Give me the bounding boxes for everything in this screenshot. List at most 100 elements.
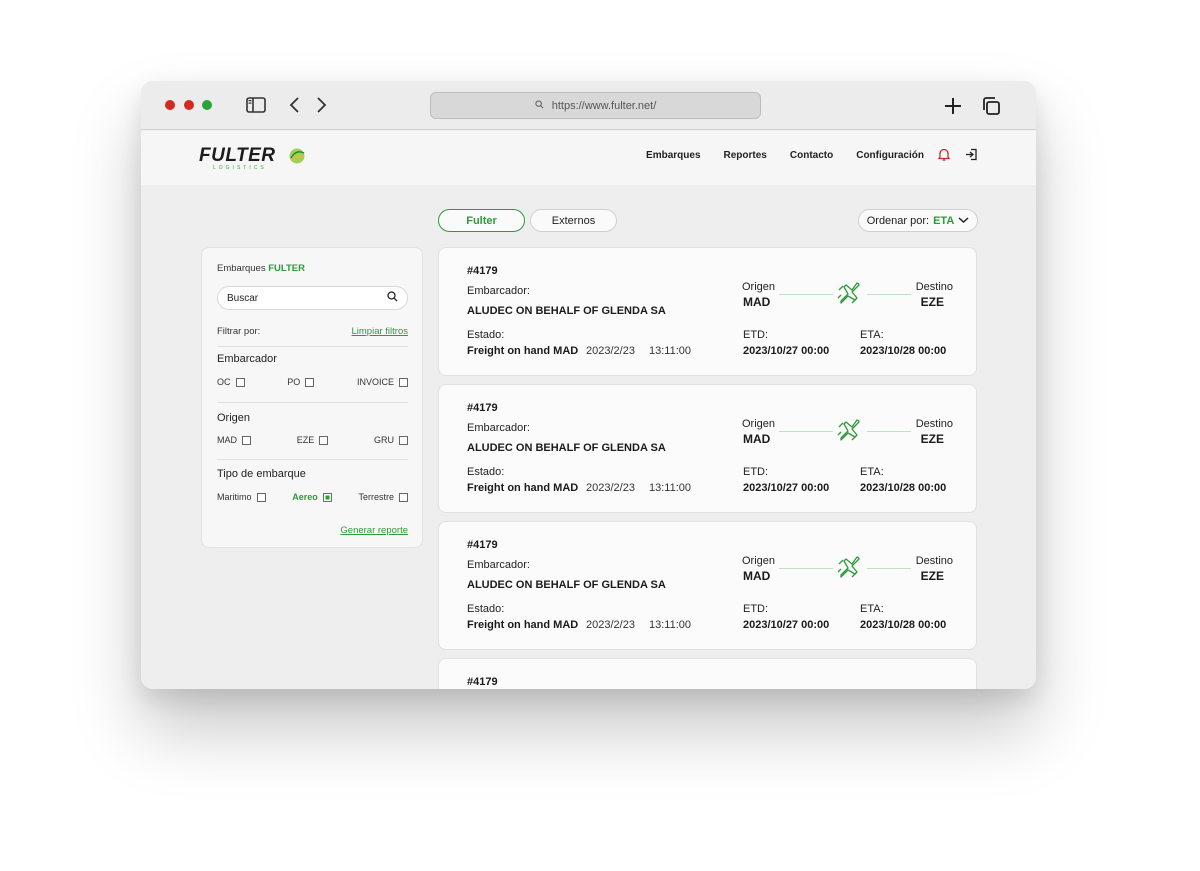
shipment-id: #4179 <box>467 265 498 277</box>
status-date: 2023/2/23 <box>586 482 635 494</box>
destination-label: Destino <box>915 555 953 567</box>
checkbox-box-checked[interactable] <box>322 492 332 502</box>
back-arrow-icon[interactable] <box>283 95 305 115</box>
status-label: Estado: <box>467 603 505 615</box>
sort-value: ETA <box>933 214 955 227</box>
sidebar-toggle-icon[interactable] <box>245 95 267 115</box>
etd-label: ETD: <box>743 329 769 341</box>
checkbox-box[interactable] <box>398 435 408 445</box>
shipment-card[interactable]: #4179 Embarcador: ALUDEC ON BEHALF OF GLEN… <box>438 521 977 650</box>
bell-icon[interactable] <box>937 148 951 166</box>
shipment-card[interactable]: #4179 Embarcador: ALUDEC ON BEHALF OF GLEN… <box>438 384 977 513</box>
menu-item-contacto[interactable]: Contacto <box>790 150 833 161</box>
minimize-window-button[interactable] <box>184 100 194 110</box>
checkbox-box[interactable] <box>305 377 315 387</box>
logout-icon[interactable] <box>965 148 978 166</box>
url-text: https://www.fulter.net/ <box>551 99 657 112</box>
checkbox-box[interactable] <box>242 435 251 445</box>
checkbox-terrestre[interactable]: Terrestre <box>358 492 408 502</box>
checkbox-eze[interactable]: EZE <box>297 435 329 445</box>
eta-label: ETA: <box>860 603 884 615</box>
shipper-name: ALUDEC ON BEHALF OF GLENDA SA <box>467 579 666 591</box>
checkbox-box[interactable] <box>319 435 329 445</box>
fulter-logo[interactable]: FULTER LOGISTICS <box>199 145 305 173</box>
option-label: INVOICE <box>356 377 394 387</box>
option-label: OC <box>217 377 231 387</box>
divider <box>217 402 408 403</box>
search-placeholder: Buscar <box>227 292 259 304</box>
checkbox-gru[interactable]: GRU <box>374 435 408 445</box>
origin-label: Origen <box>742 418 776 430</box>
sort-dropdown[interactable]: Ordenar por: ETA <box>858 209 978 232</box>
sort-label: Ordenar por: <box>866 214 930 227</box>
status-date: 2023/2/23 <box>586 619 635 631</box>
forward-arrow-icon[interactable] <box>311 95 333 115</box>
eta-value: 2023/10/28 00:00 <box>860 619 947 631</box>
checkbox-po[interactable]: PO <box>287 377 315 387</box>
etd-value: 2023/10/27 00:00 <box>743 345 830 357</box>
checkbox-box[interactable] <box>256 492 266 502</box>
shipment-id: #4179 <box>467 676 498 688</box>
report-row: Generar reporte <box>217 525 408 536</box>
clear-filters-link[interactable]: Limpiar filtros <box>352 326 409 337</box>
etd-value: 2023/10/27 00:00 <box>743 482 830 494</box>
status-time: 13:11:00 <box>649 345 692 357</box>
leaf-logo-icon <box>288 147 306 170</box>
checkbox-aereo[interactable]: Aereo <box>292 492 332 502</box>
checkbox-invoice[interactable]: INVOICE <box>357 377 408 387</box>
checkbox-maritimo[interactable]: Maritimo <box>217 492 266 502</box>
status-time: 13:11:00 <box>649 619 692 631</box>
checkbox-box[interactable] <box>235 377 245 387</box>
divider <box>217 346 408 347</box>
filter-panel: Embarques FULTER Buscar Filtrar por: Lim… <box>201 247 423 548</box>
address-bar[interactable]: https://www.fulter.net/ <box>430 92 761 119</box>
menu-item-embarques[interactable]: Embarques <box>646 150 700 161</box>
etd-value: 2023/10/27 00:00 <box>743 619 830 631</box>
filter-title-brand: FULTER <box>268 263 305 274</box>
tab-externos[interactable]: Externos <box>530 209 617 232</box>
option-label: GRU <box>373 435 394 445</box>
filter-title-prefix: Embarques <box>217 263 266 274</box>
group-options-tipo: Maritimo Aereo Terrestre <box>217 492 408 502</box>
menu-item-reportes[interactable]: Reportes <box>724 150 767 161</box>
shipment-id: #4179 <box>467 539 498 551</box>
status-value: Freight on hand MAD <box>467 619 579 631</box>
option-label: Terrestre <box>358 492 394 502</box>
shipper-name: ALUDEC ON BEHALF OF GLENDA SA <box>467 305 666 317</box>
shipment-card[interactable]: #4179 <box>438 658 977 689</box>
group-options-embarcador: OC PO INVOICE <box>217 377 408 387</box>
origin-label: Origen <box>742 281 776 293</box>
new-tab-plus-icon[interactable] <box>941 94 965 118</box>
etd-label: ETD: <box>743 603 769 615</box>
divider <box>217 459 408 460</box>
origin-label: Origen <box>742 555 776 567</box>
web-page: FULTER LOGISTICS Embarques Reportes Cont… <box>141 131 1036 689</box>
main-menu: Embarques Reportes Contacto Configuració… <box>646 150 981 161</box>
maximize-window-button[interactable] <box>202 100 212 110</box>
menu-item-configuracion[interactable]: Configuración <box>856 150 924 161</box>
airplane-icon <box>833 278 867 311</box>
checkbox-oc[interactable]: OC <box>217 377 245 387</box>
generate-report-link[interactable]: Generar reporte <box>340 525 408 536</box>
destination-code: EZE <box>920 295 944 309</box>
shipper-label: Embarcador: <box>467 559 530 571</box>
tabs-overview-icon[interactable] <box>979 94 1003 118</box>
shipper-name: ALUDEC ON BEHALF OF GLENDA SA <box>467 442 666 454</box>
group-title-embarcador: Embarcador <box>217 353 277 365</box>
search-input[interactable]: Buscar <box>217 286 408 310</box>
shipper-label: Embarcador: <box>467 285 530 297</box>
status-label: Estado: <box>467 466 505 478</box>
checkbox-box[interactable] <box>398 492 408 502</box>
logo-text: FULTER <box>199 145 276 166</box>
destination-code: EZE <box>920 432 944 446</box>
checkbox-box[interactable] <box>399 377 408 387</box>
close-window-button[interactable] <box>165 100 175 110</box>
checkbox-mad[interactable]: MAD <box>217 435 251 445</box>
search-icon[interactable] <box>387 291 398 305</box>
destination-label: Destino <box>915 418 953 430</box>
logo-subtitle: LOGISTICS <box>213 165 267 171</box>
option-label: Maritimo <box>217 492 252 502</box>
shipment-card[interactable]: #4179 Embarcador: ALUDEC ON BEHALF OF GLEN… <box>438 247 977 376</box>
tab-fulter[interactable]: Fulter <box>438 209 525 232</box>
option-label: PO <box>287 377 301 387</box>
